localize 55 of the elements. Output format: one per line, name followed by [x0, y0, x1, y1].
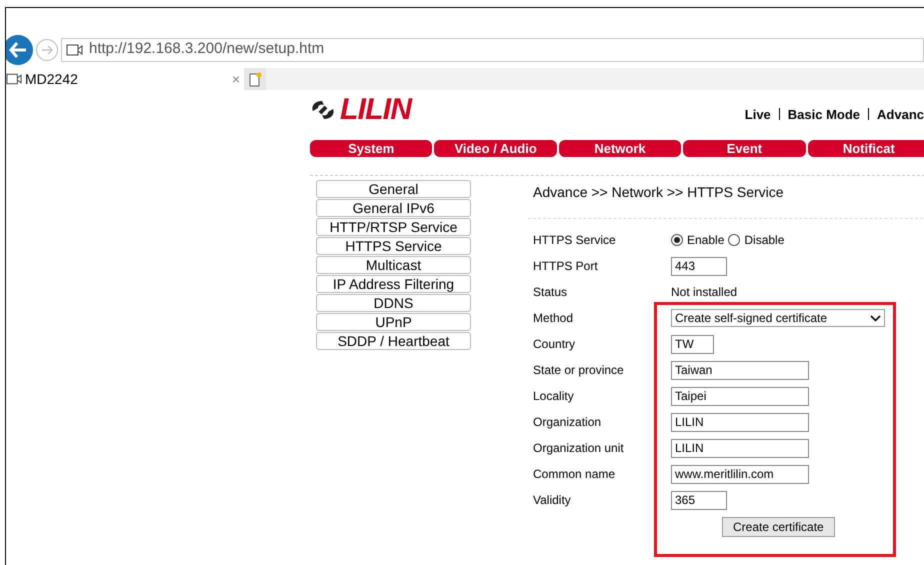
logo-text: LILIN: [340, 95, 412, 125]
status-value: Not installed: [671, 284, 738, 301]
create-certificate-button[interactable]: Create certificate: [722, 517, 835, 537]
arrow-right-icon: [41, 44, 53, 54]
sidebar-item[interactable]: HTTP/RTSP Service: [316, 218, 471, 236]
back-button[interactable]: [6, 34, 33, 64]
radio-option[interactable]: Enable: [671, 231, 724, 249]
chevron-down-icon: [870, 314, 881, 322]
nav-tab[interactable]: Notificat: [808, 140, 924, 157]
sidebar-item[interactable]: DDNS: [316, 294, 471, 312]
field-label: Country: [533, 336, 576, 353]
logo-icon: [310, 99, 336, 121]
browser-tab[interactable]: MD2242 ×: [6, 68, 244, 90]
sidebar-item[interactable]: UPnP: [316, 313, 471, 331]
new-page-icon: [248, 72, 262, 86]
camera-icon: [6, 73, 23, 85]
input-field[interactable]: www.meritlilin.com: [671, 464, 809, 484]
field-label: State or province: [533, 362, 625, 379]
sidebar-item[interactable]: SDDP / Heartbeat: [316, 332, 471, 350]
close-tab-button[interactable]: ×: [232, 68, 240, 90]
input-field[interactable]: 443: [671, 256, 727, 276]
nav-tab[interactable]: Network: [558, 140, 682, 157]
sidebar-item[interactable]: Multicast: [316, 256, 471, 274]
nav-tab[interactable]: Event: [683, 140, 806, 157]
input-field[interactable]: TW: [671, 334, 714, 354]
field-label: HTTPS Service: [533, 232, 617, 249]
input-field[interactable]: Taipei: [671, 386, 809, 406]
input-field[interactable]: LILIN: [671, 438, 809, 458]
nav-tab[interactable]: Video / Audio: [434, 140, 557, 157]
field-label: Organization: [533, 414, 602, 431]
input-field[interactable]: 365: [671, 490, 727, 510]
breadcrumb: Advance >> Network >> HTTPS Service: [532, 183, 785, 202]
input-field[interactable]: LILIN: [671, 412, 809, 432]
field-label: Organization unit: [533, 440, 625, 457]
field-label: Common name: [533, 466, 616, 483]
sidebar-item[interactable]: General IPv6: [316, 199, 471, 217]
sidebar-item[interactable]: HTTPS Service: [316, 237, 471, 255]
field-label: Locality: [533, 388, 575, 405]
header-link[interactable]: Basic Mode: [788, 104, 860, 124]
input-field[interactable]: Taiwan: [671, 360, 809, 380]
sidebar-item[interactable]: IP Address Filtering: [316, 275, 471, 293]
field-label: Status: [533, 284, 568, 301]
sidebar-item[interactable]: General: [316, 180, 471, 198]
radio-option[interactable]: Disable: [728, 231, 784, 249]
camera-icon: [66, 44, 84, 56]
field-label: Validity: [533, 492, 572, 509]
method-dropdown[interactable]: Create self-signed certificate: [671, 309, 885, 327]
field-label: Method: [533, 310, 574, 327]
field-label: HTTPS Port: [533, 258, 599, 275]
header-link[interactable]: Live: [744, 104, 771, 124]
new-tab-button[interactable]: [244, 68, 266, 90]
address-bar[interactable]: http://192.168.3.200/new/setup.htm: [61, 38, 924, 62]
header-link[interactable]: Advanc: [877, 104, 924, 124]
nav-tab[interactable]: System: [310, 140, 432, 157]
arrow-left-icon: [9, 42, 27, 58]
